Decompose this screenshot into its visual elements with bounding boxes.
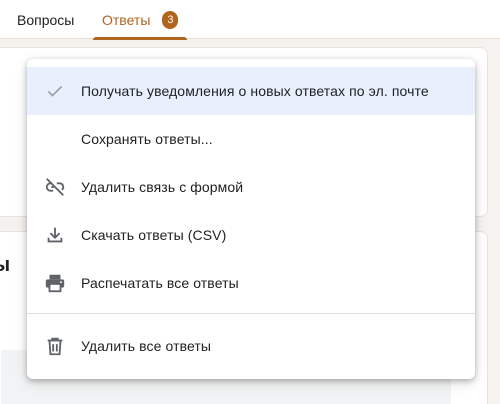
forms-responses-page: Вопросы Ответы 3 ы Получать уведомления … <box>0 0 500 404</box>
print-icon <box>43 271 67 295</box>
menu-item-download-csv[interactable]: Скачать ответы (CSV) <box>27 211 475 259</box>
menu-divider <box>27 313 475 314</box>
trash-icon <box>43 334 67 358</box>
menu-item-delete-all[interactable]: Удалить все ответы <box>27 322 475 370</box>
menu-item-label: Получать уведомления о новых ответах по … <box>81 83 429 99</box>
responses-count-badge: 3 <box>162 10 179 29</box>
menu-item-label: Сохранять ответы... <box>81 131 213 147</box>
active-tab-indicator <box>93 37 188 40</box>
tab-responses[interactable]: Ответы 3 <box>93 0 188 40</box>
menu-item-print-all[interactable]: Распечатать все ответы <box>27 259 475 307</box>
check-icon <box>43 79 67 103</box>
menu-item-label: Распечатать все ответы <box>81 275 239 291</box>
menu-item-save-responses[interactable]: Сохранять ответы... <box>27 115 475 163</box>
menu-item-label: Скачать ответы (CSV) <box>81 227 227 243</box>
download-icon <box>43 223 67 247</box>
tab-bar: Вопросы Ответы 3 <box>0 0 500 40</box>
unlink-icon <box>43 175 67 199</box>
menu-item-unlink-form[interactable]: Удалить связь с формой <box>27 163 475 211</box>
tab-questions[interactable]: Вопросы <box>17 0 74 39</box>
tab-questions-label: Вопросы <box>17 11 75 28</box>
card-title-fragment: ы <box>0 254 11 276</box>
responses-options-menu: Получать уведомления о новых ответах по … <box>27 59 475 379</box>
menu-item-label: Удалить связь с формой <box>81 179 244 195</box>
menu-item-email-notifications[interactable]: Получать уведомления о новых ответах по … <box>27 67 475 115</box>
tab-responses-label: Ответы <box>102 11 151 28</box>
menu-item-label: Удалить все ответы <box>81 338 212 354</box>
